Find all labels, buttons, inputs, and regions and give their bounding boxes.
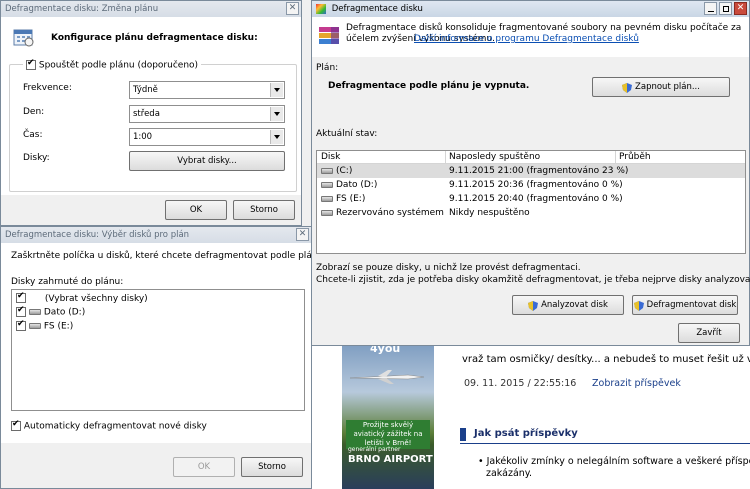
bullet-item-cont: zakázány. bbox=[486, 468, 533, 479]
disk-checklist[interactable]: (Vybrat všechny disky) Dato (D:) FS (E:) bbox=[11, 289, 305, 411]
column-divider bbox=[615, 151, 616, 164]
table-row[interactable]: FS (E:) 9.11.2015 20:40 (fragmentováno 0… bbox=[317, 192, 745, 206]
ad-brand: BRNO AIRPORT bbox=[348, 454, 433, 465]
checkbox-icon[interactable] bbox=[16, 291, 26, 303]
cancel-button[interactable]: Storno bbox=[233, 200, 295, 220]
checkbox-icon[interactable] bbox=[11, 419, 21, 431]
analyze-disk-button[interactable]: Analyzovat disk bbox=[512, 295, 624, 315]
close-button[interactable]: Zavřít bbox=[678, 323, 740, 343]
close-icon[interactable]: ✕ bbox=[734, 2, 747, 15]
minimize-icon[interactable] bbox=[704, 2, 717, 15]
list-label: Disky zahrnuté do plánu: bbox=[11, 277, 124, 287]
list-item[interactable]: FS (E:) bbox=[16, 319, 73, 332]
column-disk[interactable]: Disk bbox=[321, 152, 340, 162]
instructions: Zaškrtněte políčka u disků, které chcete… bbox=[11, 251, 327, 261]
chevron-down-icon[interactable] bbox=[270, 83, 283, 97]
app-icon bbox=[316, 3, 326, 14]
chevron-down-icon[interactable] bbox=[270, 107, 283, 121]
plan-panel: Defragmentace podle plánu je vypnuta. Za… bbox=[316, 73, 744, 101]
section-title: Jak psát příspěvky bbox=[474, 428, 578, 439]
disk-icon bbox=[321, 195, 333, 202]
checkbox-icon[interactable] bbox=[26, 58, 36, 70]
section-marker bbox=[460, 428, 466, 441]
disk-icon bbox=[321, 167, 333, 174]
background-webpage: 4you Prožijte skvělý aviatický zážitek n… bbox=[312, 330, 750, 489]
run-scheduled-checkbox[interactable]: Spouštět podle plánu (doporučeno) bbox=[23, 58, 202, 71]
enable-plan-button[interactable]: Zapnout plán... bbox=[592, 77, 730, 97]
checkbox-icon[interactable] bbox=[16, 319, 26, 331]
note-2: Chcete-li zjistit, zda je potřeba disky … bbox=[316, 275, 750, 285]
table-row[interactable]: Rezervováno systémem Nikdy nespuštěno bbox=[317, 206, 745, 220]
auto-defrag-checkbox[interactable]: Automaticky defragmentovat nové disky bbox=[11, 419, 207, 432]
more-info-link[interactable]: Další informace o programu Defragmentace… bbox=[414, 34, 639, 44]
table-row[interactable]: (C:) 9.11.2015 21:00 (fragmentováno 23 %… bbox=[317, 164, 745, 178]
plan-body: Konfigurace plánu defragmentace disku: S… bbox=[1, 17, 301, 195]
maximize-icon[interactable] bbox=[719, 2, 732, 15]
defrag-disk-button[interactable]: Defragmentovat disk bbox=[632, 295, 738, 315]
disk-listview[interactable]: Disk Naposledy spuštěno Průběh (C:) 9.11… bbox=[316, 150, 746, 254]
post-date: 09. 11. 2015 / 22:55:16 bbox=[464, 378, 577, 389]
ok-button[interactable]: OK bbox=[165, 200, 227, 220]
post-text: vraž tam osmičky/ desítky... a nebudeš t… bbox=[462, 354, 750, 365]
shield-icon bbox=[633, 300, 644, 311]
ad-banner[interactable]: 4you Prožijte skvělý aviatický zážitek n… bbox=[342, 340, 434, 489]
disk-icon bbox=[28, 323, 41, 329]
bullet-item: • Jakékoliv zmínky o nelegálním software… bbox=[478, 456, 750, 467]
plan-label: Plán: bbox=[316, 63, 339, 73]
current-state-label: Aktuální stav: bbox=[316, 129, 378, 139]
shield-icon bbox=[528, 300, 539, 311]
plan-dialog-title: Defragmentace disku: Změna plánu bbox=[5, 4, 159, 14]
chevron-down-icon[interactable] bbox=[270, 130, 283, 144]
plan-dialog: Defragmentace disku: Změna plánu ✕ Konfi… bbox=[0, 0, 302, 226]
plan-heading: Konfigurace plánu defragmentace disku: bbox=[51, 33, 258, 43]
frequency-select[interactable]: Týdně bbox=[129, 81, 285, 99]
column-progress[interactable]: Průběh bbox=[619, 152, 651, 162]
defrag-main-window: Defragmentace disku ✕ Defragmentace disk… bbox=[311, 0, 750, 346]
calendar-icon bbox=[13, 27, 35, 47]
ad-partner: generální partner bbox=[348, 446, 401, 453]
plan-status: Defragmentace podle plánu je vypnuta. bbox=[328, 81, 530, 91]
ad-text: Prožijte skvělý aviatický zážitek na let… bbox=[346, 420, 430, 449]
plan-dialog-titlebar[interactable]: Defragmentace disku: Změna plánu ✕ bbox=[1, 1, 301, 17]
disks-label: Disky: bbox=[23, 153, 50, 163]
shield-icon bbox=[622, 82, 633, 93]
disk-select-titlebar[interactable]: Defragmentace disku: Výběr disků pro plá… bbox=[1, 227, 311, 243]
close-icon[interactable]: ✕ bbox=[286, 2, 299, 15]
time-select[interactable]: 1:00 bbox=[129, 128, 285, 146]
disk-select-title: Defragmentace disku: Výběr disků pro plá… bbox=[5, 230, 190, 240]
column-last-run[interactable]: Naposledy spuštěno bbox=[449, 152, 540, 162]
disk-icon bbox=[28, 309, 41, 315]
day-select[interactable]: středa bbox=[129, 105, 285, 123]
main-title: Defragmentace disku bbox=[331, 4, 423, 14]
disk-select-body: Zaškrtněte políčka u disků, které chcete… bbox=[1, 243, 326, 443]
column-divider bbox=[445, 151, 446, 164]
disk-select-dialog: Defragmentace disku: Výběr disků pro plá… bbox=[0, 226, 326, 489]
cancel-button[interactable]: Storno bbox=[241, 457, 303, 477]
list-item[interactable]: Dato (D:) bbox=[16, 305, 85, 318]
note-1: Zobrazí se pouze disky, u nichž lze prov… bbox=[316, 263, 581, 273]
disk-icon bbox=[321, 209, 333, 216]
time-label: Čas: bbox=[23, 130, 43, 140]
main-titlebar[interactable]: Defragmentace disku ✕ bbox=[312, 1, 749, 17]
post-link[interactable]: Zobrazit příspěvek bbox=[592, 378, 681, 389]
section-header: Jak psát příspěvky bbox=[460, 426, 750, 444]
header-area: Defragmentace disků konsoliduje fragment… bbox=[312, 17, 749, 57]
table-row[interactable]: Dato (D:) 9.11.2015 20:36 (fragmentováno… bbox=[317, 178, 745, 192]
ok-button[interactable]: OK bbox=[173, 457, 235, 477]
list-item[interactable]: (Vybrat všechny disky) bbox=[16, 291, 148, 304]
listview-header: Disk Naposledy spuštěno Průběh bbox=[317, 151, 745, 164]
defrag-app-icon bbox=[318, 25, 340, 47]
frequency-label: Frekvence: bbox=[23, 83, 72, 93]
checkbox-icon[interactable] bbox=[16, 305, 26, 317]
disk-icon bbox=[321, 181, 333, 188]
select-disks-button[interactable]: Vybrat disky... bbox=[129, 151, 285, 171]
airplane-graphic bbox=[348, 370, 426, 384]
day-label: Den: bbox=[23, 107, 45, 117]
close-icon[interactable]: ✕ bbox=[296, 228, 309, 241]
